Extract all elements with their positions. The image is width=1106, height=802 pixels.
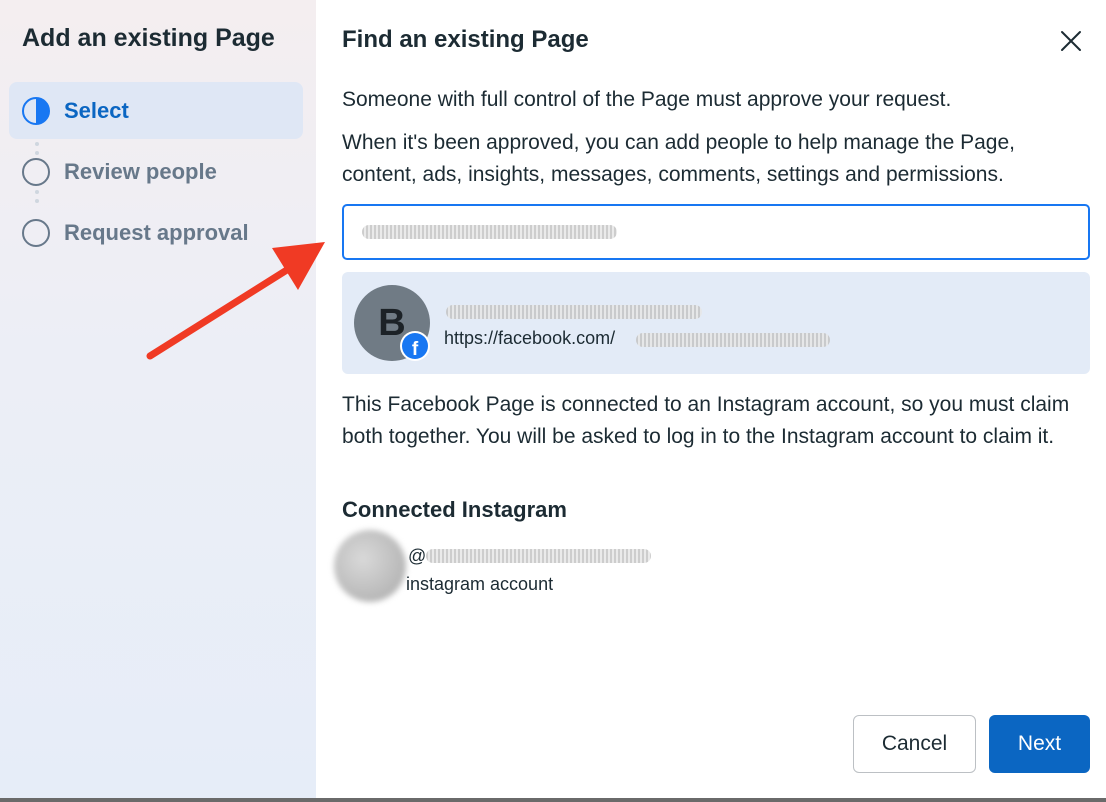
sidebar: Add an existing Page Select Review peopl… — [0, 0, 316, 802]
find-page-dialog: Find an existing Page Someone with full … — [316, 0, 1106, 798]
step-select[interactable]: Select — [9, 82, 303, 139]
sidebar-title: Add an existing Page — [22, 24, 275, 52]
facebook-badge-icon: f — [400, 331, 430, 361]
instagram-handle: @ — [408, 546, 427, 566]
close-icon — [1061, 31, 1081, 51]
instagram-account-type: instagram account — [406, 574, 554, 594]
step-pending-icon — [22, 218, 50, 247]
approval-info-text: Someone with full control of the Page mu… — [342, 88, 952, 111]
close-button[interactable] — [1056, 26, 1086, 56]
annotation-arrow-icon — [146, 242, 325, 360]
step-review-people[interactable]: Review people — [9, 143, 303, 200]
redacted-page-name — [446, 305, 702, 319]
redacted-instagram-handle — [426, 549, 651, 563]
step-label: Select — [64, 97, 129, 123]
step-connector — [35, 190, 39, 203]
page-search-result[interactable]: B f https://facebook.com/ — [342, 272, 1090, 374]
instagram-avatar — [334, 530, 406, 602]
connected-instagram-heading: Connected Instagram — [342, 497, 567, 522]
next-button[interactable]: Next — [989, 715, 1090, 773]
page-underlay-edge — [0, 798, 1106, 802]
redacted-page-url — [636, 333, 830, 347]
instagram-connected-notice: This Facebook Page is connected to an In… — [342, 393, 1070, 448]
step-label: Review people — [64, 158, 217, 184]
step-pending-icon — [22, 157, 50, 186]
page-url: https://facebook.com/ — [444, 328, 616, 348]
permissions-info-text: When it's been approved, you can add peo… — [342, 131, 1015, 186]
step-in-progress-icon — [22, 96, 50, 125]
cancel-button[interactable]: Cancel — [853, 715, 976, 773]
dialog-title: Find an existing Page — [342, 26, 589, 53]
redacted-search-text — [362, 225, 617, 239]
